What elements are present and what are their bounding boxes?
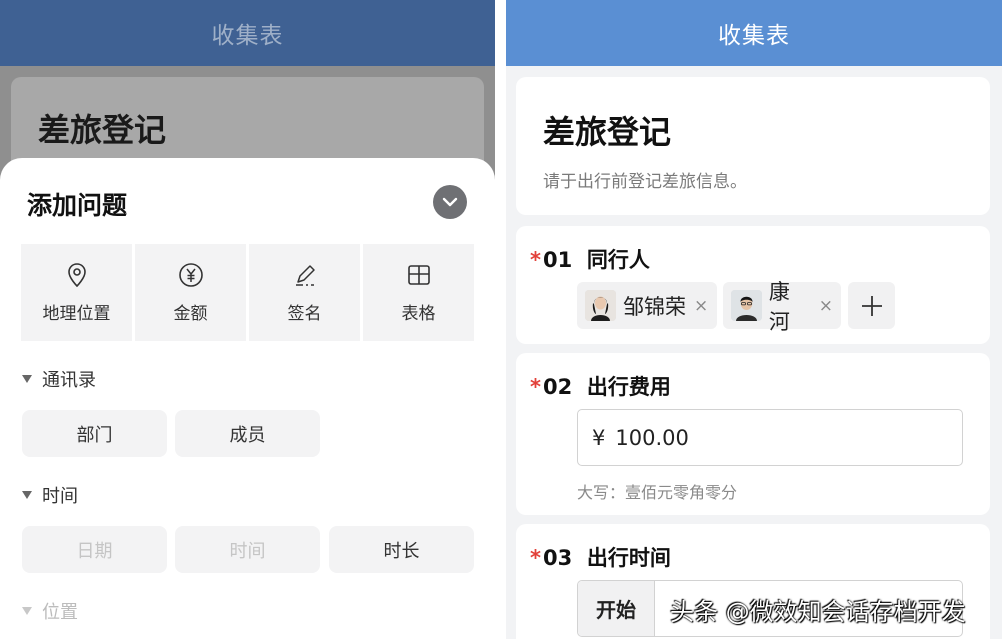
question-title: *01 同行人 [530,244,650,274]
app-title: 收集表 [718,23,790,49]
app-title: 收集表 [211,23,284,49]
left-pane: 收集表 差旅登记 添加问题 地理位置 金额 签名 表格 通讯录 部门 成员 时间… [0,0,495,639]
form-title: 差旅登记 [543,113,672,151]
right-pane: 收集表 差旅登记 请于出行前登记差旅信息。 *01 同行人 邹锦荣 × 康河 × [506,0,1002,639]
form-title-dimmed: 差旅登记 [38,111,167,149]
location-icon [67,263,86,288]
triangle-down-icon [22,607,32,615]
watermark-text: 头条 @微效知会话存档开发 [670,598,966,626]
app-header: 收集表 [506,0,1002,66]
section-time[interactable]: 时间 [22,482,78,508]
question-companions: *01 同行人 邹锦荣 × 康河 × [516,226,990,344]
tile-label: 表格 [401,304,436,324]
person-name: 邹锦荣 [623,294,686,319]
question-title: *02 出行费用 [530,371,671,401]
currency-symbol: ¥ [592,425,606,450]
remove-person-icon[interactable]: × [819,296,833,316]
person-chip[interactable]: 邹锦荣 × [577,282,717,329]
required-mark: * [530,546,541,570]
question-number: 01 [542,248,573,272]
avatar [585,290,616,321]
add-person-button[interactable] [848,282,895,329]
person-chip[interactable]: 康河 × [723,280,841,334]
question-title: *03 出行时间 [530,542,671,572]
question-type-grid: 地理位置 金额 签名 表格 [21,244,474,341]
collapse-sheet-button[interactable] [433,185,467,219]
option-department[interactable]: 部门 [22,410,167,457]
amount-uppercase-hint: 大写：壹佰元零角零分 [577,483,738,502]
question-label: 出行时间 [586,546,671,570]
tile-table[interactable]: 表格 [363,244,474,341]
section-title: 通讯录 [42,370,96,391]
start-label: 开始 [578,581,655,636]
section-title: 位置 [42,602,78,623]
section-title: 时间 [42,486,78,507]
table-grid-icon [407,265,430,285]
option-duration[interactable]: 时长 [329,526,474,573]
option-date: 日期 [22,526,167,573]
amount-input[interactable]: ¥ 100.00 [577,409,963,466]
avatar [731,290,762,321]
option-member[interactable]: 成员 [175,410,320,457]
app-header: 收集表 [0,0,495,66]
question-label: 同行人 [586,248,650,272]
triangle-down-icon [22,491,32,499]
question-label: 出行费用 [586,375,671,399]
triangle-down-icon [22,375,32,383]
plus-icon [861,295,882,316]
tile-location[interactable]: 地理位置 [21,244,132,341]
required-mark: * [530,248,541,272]
tile-label: 地理位置 [42,304,111,324]
question-number: 02 [542,375,573,399]
person-name: 康河 [768,279,790,334]
tile-signature[interactable]: 签名 [249,244,360,341]
signature-pen-icon [295,265,315,286]
tile-label: 签名 [287,304,322,324]
form-header-card: 差旅登记 请于出行前登记差旅信息。 [516,77,990,215]
tile-label: 金额 [173,304,208,324]
question-travel-cost: *02 出行费用 ¥ 100.00 大写：壹佰元零角零分 [516,353,990,515]
add-question-sheet: 添加问题 地理位置 金额 签名 表格 通讯录 部门 成员 时间 日期 时间 时长… [0,158,495,639]
question-number: 03 [542,546,573,570]
section-contacts[interactable]: 通讯录 [22,366,96,392]
tile-amount[interactable]: 金额 [135,244,246,341]
chevron-down-icon [442,197,458,207]
currency-yuan-icon [178,263,203,287]
sheet-title: 添加问题 [27,191,128,220]
remove-person-icon[interactable]: × [694,296,708,316]
form-description: 请于出行前登记差旅信息。 [543,172,747,192]
amount-value: 100.00 [615,425,689,450]
section-location: 位置 [22,598,78,624]
required-mark: * [530,375,541,399]
option-time: 时间 [175,526,320,573]
